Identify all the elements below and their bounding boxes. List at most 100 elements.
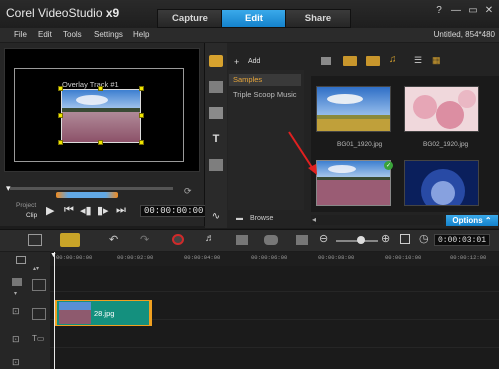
subtitle-editor-icon[interactable] [296,235,308,245]
resize-handle[interactable] [98,140,103,145]
browse-button[interactable]: Browse [250,215,273,222]
video-track-icon [12,278,22,286]
thumbnail-view-icon[interactable]: ▦ [432,55,441,66]
go-end-icon[interactable]: ⏭ [116,204,126,217]
menu-tools[interactable]: Tools [63,30,82,39]
library-category-bar: T ∿ [205,43,227,228]
scrubber-thumb-icon[interactable]: ▾ [6,183,11,194]
thumbnail-label: BG02_1920.jpg [423,141,469,148]
menu-settings[interactable]: Settings [94,30,123,39]
zoom-out-icon[interactable]: ⊖ [319,232,328,245]
title-track-icon: ⊡ [12,334,20,344]
overlay-track-toggle-icon[interactable] [32,308,46,320]
category-triple-scoop-music[interactable]: Triple Scoop Music [233,90,297,99]
motion-tracking-icon[interactable] [264,235,278,245]
resize-handle[interactable] [98,86,103,91]
show-audio-icon[interactable]: ♫ [389,54,397,65]
thumbnail-bg02[interactable] [404,86,479,132]
help-button[interactable]: ? [432,4,446,16]
go-start-icon[interactable]: ⏮ [64,204,74,217]
trim-bar[interactable] [56,192,118,198]
tab-edit[interactable]: Edit [221,9,287,28]
menu-edit[interactable]: Edit [38,30,52,39]
ruler-tick: 00:00:10:00 [385,254,422,261]
thumbnail-flower-field[interactable] [316,160,391,206]
project-duration-icon[interactable]: ◷ [419,232,429,245]
record-icon[interactable] [172,234,184,245]
show-videos-icon[interactable] [343,56,357,66]
annotation-arrow-icon [288,131,317,175]
clip-mode-label[interactable]: Clip [26,212,37,219]
close-button[interactable]: ✕ [482,4,496,16]
ruler-tick: 00:00:04:00 [184,254,221,261]
path-icon[interactable]: ∿ [209,211,223,223]
video-track-toggle-icon[interactable] [32,279,46,291]
title-track[interactable] [50,326,499,348]
preview-timecode[interactable]: 00:00:00:00 [140,205,208,217]
thumbnail-label: BG01_1920.jpg [337,141,383,148]
options-button[interactable]: Options ⌃ [446,215,498,226]
redo-icon[interactable]: ↷ [140,233,149,246]
checkmark-icon: ✓ [384,161,393,170]
resize-handle[interactable] [58,140,63,145]
overlay-track-icon: ⊡ [12,306,20,316]
track-collapse-icon[interactable]: ▾ [14,290,17,297]
minimize-button[interactable]: — [449,4,463,16]
instant-project-icon[interactable] [209,81,223,93]
show-photos-icon[interactable] [366,56,380,66]
category-samples[interactable]: Samples [229,74,301,86]
ruler-tick: 00:00:02:00 [117,254,154,261]
resize-handle[interactable] [139,113,144,118]
voice-track[interactable] [50,348,499,369]
timeline-timecode[interactable]: 0:00:03:01 [434,234,491,246]
undo-icon[interactable]: ↶ [109,233,118,246]
track-expand-icon[interactable]: ▴▾ [33,265,39,272]
voice-track-icon: ⊡ [12,357,20,367]
title-track-toggle-icon[interactable]: T▭ [32,334,44,343]
split-icon[interactable]: ⟳ [184,186,192,197]
graphic-icon[interactable] [209,159,223,171]
playhead-marker-icon[interactable]: ▼ [50,252,57,259]
add-icon[interactable]: + [234,57,239,67]
menu-help[interactable]: Help [133,30,149,39]
resize-handle[interactable] [139,86,144,91]
track-manager-icon[interactable] [16,256,26,264]
playhead[interactable] [54,252,55,369]
resize-handle[interactable] [58,113,63,118]
media-icon[interactable] [209,55,223,67]
prev-frame-icon[interactable]: ◂▮ [80,204,92,217]
tab-share[interactable]: Share [285,9,351,28]
preview-scrubber[interactable] [10,187,173,190]
zoom-slider-thumb[interactable] [357,236,365,244]
overlay-track-label: Overlay Track #1 [62,80,119,89]
menu-file[interactable]: File [14,30,27,39]
video-track[interactable] [50,270,499,292]
overlay-image[interactable] [61,89,141,143]
library-scrollbar[interactable] [311,215,443,225]
maximize-button[interactable]: ▭ [466,4,480,16]
project-mode-label[interactable]: Project [16,202,36,209]
list-view-icon[interactable]: ☰ [414,55,422,66]
ruler-tick: 00:00:06:00 [251,254,288,261]
add-button[interactable]: Add [248,58,260,65]
thumbnail-blue-night[interactable] [404,160,479,206]
timeline-view-icon[interactable] [60,233,80,247]
resize-handle[interactable] [139,140,144,145]
browse-icon[interactable]: ▬ [236,215,243,222]
ruler-tick: 00:00:12:00 [450,254,487,261]
transition-icon[interactable] [209,107,223,119]
next-frame-icon[interactable]: ▮▸ [97,204,109,217]
tab-capture[interactable]: Capture [157,9,223,28]
resize-handle[interactable] [58,86,63,91]
title-icon[interactable]: T [209,133,223,145]
zoom-in-icon[interactable]: ⊕ [381,232,390,245]
fit-project-icon[interactable] [400,234,410,244]
folder-icon[interactable] [321,57,331,65]
scroll-left-icon[interactable]: ◂ [312,215,316,224]
app-title: Corel VideoStudio x9 [6,6,120,20]
auto-music-icon[interactable] [236,235,248,245]
sound-mixer-icon[interactable]: ♬ [205,233,215,244]
play-icon[interactable]: ▶ [46,204,54,217]
storyboard-view-icon[interactable] [28,234,42,246]
thumbnail-bg01[interactable] [316,86,391,132]
